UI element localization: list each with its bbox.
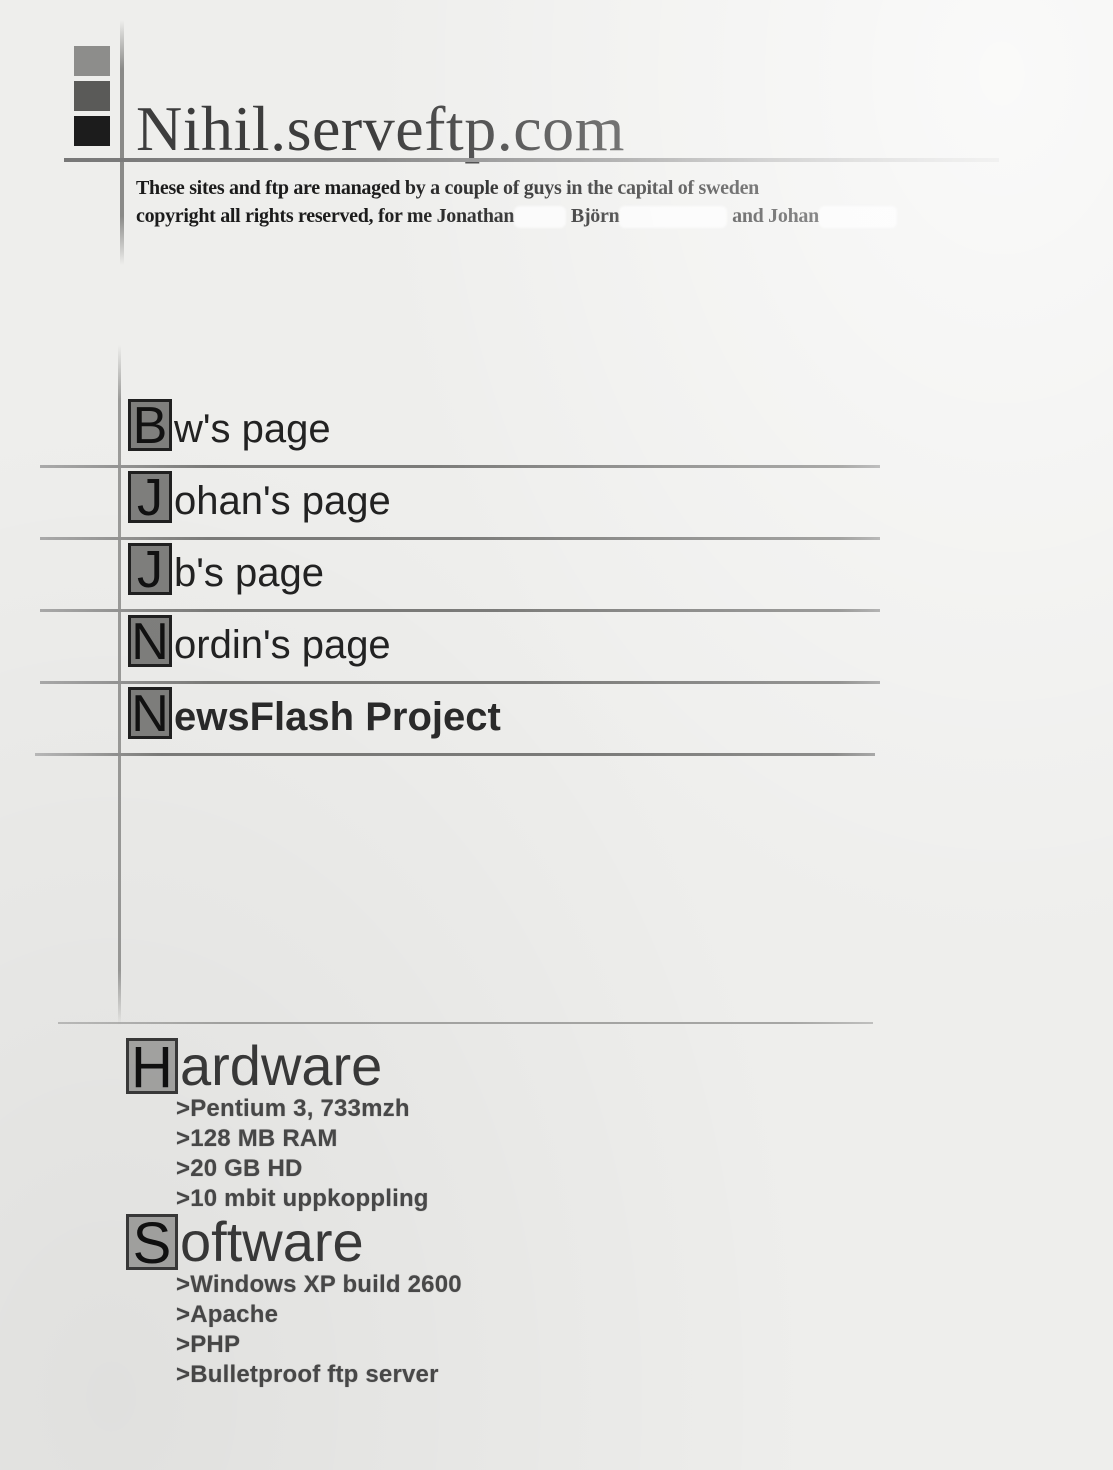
tagline-copyright: copyright all rights reserved, for me Jo… bbox=[136, 205, 515, 227]
header-horizontal-divider bbox=[64, 158, 999, 162]
nav-link-label: ohan's page bbox=[174, 479, 391, 523]
list-item: >Apache bbox=[176, 1301, 279, 1328]
nav-initial-box: J bbox=[128, 471, 172, 523]
nav-menu: B w's page J ohan's page J b's page N or… bbox=[35, 395, 885, 756]
tagline-line-1: These sites and ftp are managed by a cou… bbox=[136, 177, 759, 199]
nav-link-label: w's page bbox=[174, 407, 331, 451]
heading-label: oftware bbox=[180, 1210, 364, 1273]
header-vertical-divider bbox=[120, 20, 124, 265]
nav-initial-box: J bbox=[128, 543, 172, 595]
nav-initial-box: N bbox=[128, 687, 172, 739]
redacted-surname bbox=[514, 206, 567, 229]
nav-divider bbox=[35, 753, 875, 756]
logo-square-light bbox=[74, 46, 110, 76]
tagline-name-johan: and Johan bbox=[732, 205, 819, 227]
list-item: >Pentium 3, 733mzh bbox=[176, 1095, 410, 1122]
hardware-heading: H ardware bbox=[126, 1038, 429, 1094]
list-item: >PHP bbox=[176, 1331, 241, 1358]
nav-link-label: ordin's page bbox=[174, 623, 391, 667]
list-item: >128 MB RAM bbox=[176, 1125, 338, 1152]
redacted-surname bbox=[619, 206, 728, 229]
heading-initial-box: S bbox=[126, 1214, 178, 1270]
nav-initial-box: N bbox=[128, 615, 172, 667]
nav-initial-box: B bbox=[128, 399, 172, 451]
list-item: >Windows XP build 2600 bbox=[176, 1271, 462, 1298]
tagline-line-2: copyright all rights reserved, for me Jo… bbox=[136, 202, 897, 230]
tagline-name-bjorn: Björn bbox=[570, 205, 620, 227]
nav-link-jb-page[interactable]: J b's page bbox=[40, 539, 885, 612]
heading-initial-box: H bbox=[126, 1038, 178, 1094]
hardware-list: >Pentium 3, 733mzh >128 MB RAM >20 GB HD… bbox=[126, 1094, 429, 1214]
heading-label: ardware bbox=[180, 1034, 383, 1097]
nav-link-label: b's page bbox=[174, 551, 324, 595]
nav-link-bw-page[interactable]: B w's page bbox=[40, 395, 885, 468]
hardware-section: H ardware >Pentium 3, 733mzh >128 MB RAM… bbox=[126, 1038, 429, 1214]
site-tagline: These sites and ftp are managed by a cou… bbox=[136, 174, 897, 230]
site-title: Nihil.serveftp.com bbox=[136, 93, 625, 164]
logo-square-dark bbox=[74, 116, 110, 146]
software-heading: S oftware bbox=[126, 1214, 462, 1270]
software-section: S oftware >Windows XP build 2600 >Apache… bbox=[126, 1214, 462, 1390]
logo-square-mid bbox=[74, 81, 110, 111]
software-list: >Windows XP build 2600 >Apache >PHP >Bul… bbox=[126, 1270, 462, 1390]
nav-link-newsflash-project[interactable]: N ewsFlash Project bbox=[35, 683, 885, 756]
list-item: >20 GB HD bbox=[176, 1155, 303, 1182]
redacted-surname bbox=[818, 206, 897, 229]
logo-squares bbox=[74, 46, 110, 151]
list-item: >Bulletproof ftp server bbox=[176, 1361, 439, 1388]
nav-link-johan-page[interactable]: J ohan's page bbox=[40, 467, 885, 540]
nav-link-label: ewsFlash Project bbox=[174, 695, 501, 739]
nav-link-nordin-page[interactable]: N ordin's page bbox=[40, 611, 885, 684]
section-divider bbox=[58, 1022, 873, 1024]
